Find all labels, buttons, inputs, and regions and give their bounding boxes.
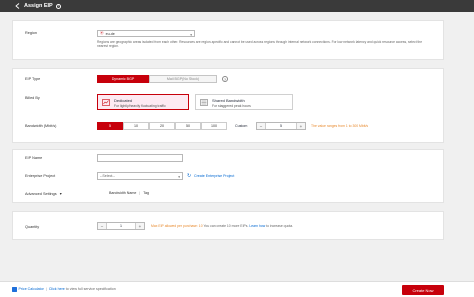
- chevron-down-icon: ▾: [59, 192, 62, 196]
- billing-card-dedicated[interactable]: Dedicated For lightly/heavily fluctuatin…: [97, 94, 189, 110]
- advanced-summary: Bandwidth Name | Tag: [109, 191, 149, 195]
- bandwidth-value[interactable]: 5: [266, 123, 296, 129]
- quantity-stepper[interactable]: − 1 +: [97, 222, 145, 230]
- eip-name-label: EIP Name: [25, 156, 43, 160]
- region-panel: Region ⦿ eu-de ▾ Regions are geographic …: [12, 20, 444, 60]
- quantity-max-warning: Max EIP allowed per purchase: 10: [151, 224, 203, 228]
- advanced-summary-bandwidth-name: Bandwidth Name: [109, 191, 137, 195]
- billing-card-title: Dedicated: [114, 98, 133, 103]
- bandwidth-option-10[interactable]: 10: [123, 122, 149, 130]
- quantity-info: You can create 10 more EIPs.: [203, 224, 249, 228]
- bandwidth-range-warning: The value ranges from 1 to 300 Mbit/s: [311, 124, 369, 128]
- back-arrow-icon[interactable]: [14, 3, 20, 9]
- bandwidth-options: 5 10 20 50 100 Custom − 5 + The value ra…: [13, 122, 443, 130]
- quantity-suffix: to increase quota.: [266, 224, 294, 228]
- learn-how-link[interactable]: Learn how: [249, 224, 265, 228]
- bandwidth-option-100[interactable]: 100: [201, 122, 227, 130]
- footer-divider: |: [45, 287, 47, 292]
- shared-bandwidth-icon: [200, 99, 208, 106]
- custom-label: Custom: [235, 124, 248, 128]
- decrement-button[interactable]: −: [257, 123, 266, 129]
- price-calculator-link[interactable]: Price Calculator: [19, 287, 44, 291]
- bandwidth-option-20[interactable]: 20: [149, 122, 175, 130]
- decrement-button[interactable]: −: [98, 223, 107, 229]
- footer-bar: Price Calculator | Click here to view fu…: [0, 281, 474, 297]
- advanced-settings-toggle[interactable]: Advanced Settings ▾: [25, 191, 62, 196]
- region-value: eu-de: [105, 31, 115, 36]
- enterprise-project-select[interactable]: --Select-- ▾: [97, 172, 183, 180]
- billed-by-label: Billed By: [25, 96, 40, 100]
- bandwidth-option-5[interactable]: 5: [97, 122, 123, 130]
- billing-card-subtitle: For lightly/heavily fluctuating traffic: [114, 104, 166, 108]
- location-pin-icon: ⦿: [100, 31, 104, 35]
- eip-config-panel: EIP Type Dynamic BGP Mail BGP(No Stock) …: [12, 68, 444, 143]
- dedicated-bandwidth-icon: [102, 99, 110, 106]
- bandwidth-stepper[interactable]: − 5 +: [256, 122, 306, 130]
- billing-card-subtitle: For staggered peak hours: [212, 104, 251, 108]
- footer-left: Price Calculator | Click here to view fu…: [12, 287, 116, 292]
- eip-type-mail-bgp[interactable]: Mail BGP(No Stock): [149, 75, 217, 83]
- quantity-value[interactable]: 1: [107, 223, 135, 229]
- summary-divider: |: [139, 191, 141, 195]
- region-select[interactable]: ⦿ eu-de ▾: [97, 30, 195, 37]
- eip-name-input[interactable]: [97, 154, 183, 162]
- eip-details-panel: EIP Name Enterprise Project --Select-- ▾…: [12, 149, 444, 203]
- help-icon[interactable]: ?: [222, 76, 228, 82]
- region-note: Regions are geographic areas isolated fr…: [97, 40, 423, 49]
- quantity-hint: Max EIP allowed per purchase: 10 You can…: [151, 224, 293, 228]
- top-bar: Assign EIP ?: [0, 0, 474, 12]
- footer-tail: to view full service specification: [65, 287, 116, 292]
- click-here-link[interactable]: Click here: [49, 287, 65, 291]
- create-enterprise-project-link[interactable]: Create Enterprise Project: [194, 174, 234, 178]
- increment-button[interactable]: +: [296, 123, 305, 129]
- create-now-button[interactable]: Create Now: [402, 285, 444, 295]
- help-icon[interactable]: ?: [55, 3, 61, 9]
- calculator-icon: [12, 287, 17, 292]
- chevron-down-icon: ▾: [190, 32, 192, 37]
- quantity-panel: Quantity − 1 + Max EIP allowed per purch…: [12, 211, 444, 240]
- advanced-summary-tag: Tag: [143, 191, 150, 195]
- enterprise-project-label: Enterprise Project: [25, 174, 56, 178]
- billing-card-title: Shared Bandwidth: [212, 98, 245, 103]
- chevron-down-icon: ▾: [178, 175, 180, 179]
- quantity-label: Quantity: [25, 225, 40, 229]
- eip-type-dynamic-bgp[interactable]: Dynamic BGP: [97, 75, 149, 83]
- advanced-settings-label: Advanced Settings: [25, 192, 57, 196]
- eip-type-label: EIP Type: [25, 77, 41, 81]
- region-label: Region: [25, 31, 38, 35]
- increment-button[interactable]: +: [135, 223, 144, 229]
- refresh-icon[interactable]: ↻: [187, 173, 191, 179]
- enterprise-project-placeholder: --Select--: [100, 174, 115, 178]
- bandwidth-option-50[interactable]: 50: [175, 122, 201, 130]
- page-title: Assign EIP: [24, 3, 53, 9]
- billing-card-shared[interactable]: Shared Bandwidth For staggered peak hour…: [195, 94, 293, 110]
